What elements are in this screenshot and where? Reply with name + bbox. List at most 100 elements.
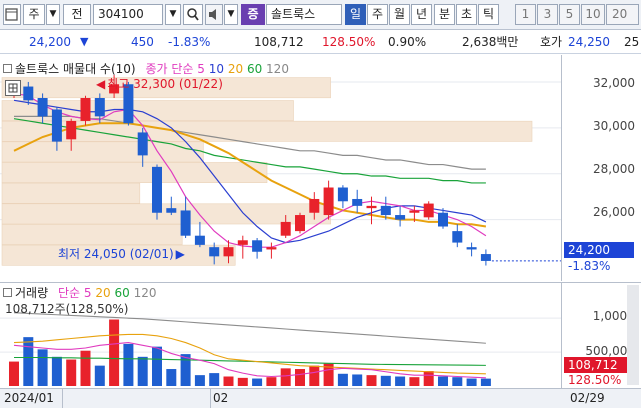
candle-body [295, 215, 305, 232]
prev-button[interactable]: 전 [63, 4, 91, 25]
candle-body [252, 240, 263, 252]
candle-body [395, 215, 406, 220]
volume-bar [337, 373, 348, 386]
prev-label: 전 [71, 7, 83, 21]
code-input[interactable]: 304100 [93, 4, 163, 25]
volume-bar [380, 375, 391, 386]
candle-body [366, 205, 377, 209]
candle-body [166, 208, 177, 213]
quote-bar: 24,200 ▼ 450 -1.83% 108,712 128.50% 0.90… [0, 31, 641, 54]
volume-bar [280, 368, 291, 386]
high-marker: ◀ 최고 32,300 (01/22) [96, 75, 223, 92]
market-label: 주 [28, 7, 40, 21]
scrollbar[interactable] [627, 285, 639, 385]
legend-ma20: 20 [227, 62, 244, 76]
candle-body [466, 247, 477, 250]
volume-bar [209, 373, 220, 386]
volume-legend: 거래량 단순 5 20 60 120 [3, 284, 156, 301]
low-arrow-icon: ▶ [175, 247, 185, 261]
period-tab-tick[interactable]: 틱 [478, 4, 499, 25]
interval-button-3[interactable]: 3 [537, 4, 558, 25]
candle-body [194, 235, 205, 245]
period-tab-year[interactable]: 년 [411, 4, 432, 25]
market-select[interactable]: 주 [23, 4, 45, 25]
candle-body [180, 210, 191, 236]
candle-body [452, 231, 463, 243]
interval-label: 3 [543, 7, 552, 21]
volume-bar [23, 337, 34, 386]
volume-chart-panel[interactable]: 거래량 단순 5 20 60 120 108,712주(128,50%) [0, 282, 561, 388]
name-badge-label: 증 [247, 7, 259, 21]
date-axis: 2024/01 02 02/29 [0, 388, 641, 408]
low-label: 최저 24,050 (02/01) [58, 247, 174, 261]
candle-body [209, 247, 220, 257]
date-label-end: 02/29 [570, 391, 605, 405]
interval-button-5[interactable]: 5 [559, 4, 580, 25]
candle-body [480, 254, 491, 261]
period-label: 주 [371, 7, 384, 21]
candle-body [237, 240, 248, 245]
candle-body [80, 98, 91, 121]
legend-ma60: 60 [246, 62, 263, 76]
volume-bar [9, 361, 19, 386]
legend-ma120: 120 [266, 62, 289, 76]
period-tab-day[interactable]: 일 [345, 4, 366, 25]
period-label: 분 [438, 7, 451, 21]
legend-vol-ma-label: 단순 [57, 286, 81, 300]
price-tick: 32,000 [593, 76, 635, 90]
current-price: 24,200 [29, 35, 71, 49]
legend-vol-ma20: 20 [95, 286, 111, 300]
market-dropdown-icon[interactable]: ▼ [46, 4, 60, 25]
current-price-tag: 24,200 [564, 242, 634, 258]
code-dropdown-icon[interactable]: ▼ [165, 4, 181, 25]
volume-bar [66, 359, 77, 386]
volume-bar [80, 350, 91, 386]
period-tab-second[interactable]: 초 [456, 4, 477, 25]
high-label: 최고 32,300 (01/22) [107, 77, 223, 91]
window-icon[interactable] [3, 4, 21, 25]
period-label: 일 [349, 7, 362, 21]
volume-bar [180, 354, 191, 386]
candle-body [352, 198, 363, 206]
volume-bar [94, 365, 105, 386]
interval-button-10[interactable]: 10 [581, 4, 605, 25]
change-percent-tag: -1.83% [568, 259, 611, 273]
volume-profile-bar [1, 182, 141, 204]
search-icon[interactable] [183, 4, 203, 25]
volume-bar [452, 377, 463, 386]
legend-profile-label: 매물대 수(10) [63, 62, 136, 76]
legend-vol-ma5: 5 [83, 286, 92, 300]
candle-body [223, 247, 234, 257]
volume-bar [109, 319, 120, 386]
ask-price: 24,250 [568, 35, 610, 49]
interval-button-20[interactable]: 20 [606, 4, 639, 25]
stock-name-field[interactable]: 솔트룩스 [266, 4, 342, 25]
volume-bar [152, 346, 162, 386]
volume-ma120-line [13, 312, 486, 344]
period-tab-month[interactable]: 월 [389, 4, 410, 25]
candle-body [266, 247, 277, 250]
speaker-icon[interactable] [205, 4, 223, 25]
price-chart-panel[interactable]: 솔트룩스 매물대 수(10) 종가 단순 5 10 20 60 120 ◀ 최고 … [0, 55, 561, 281]
volume-value: 108,712 [254, 35, 304, 49]
speaker-dropdown-icon[interactable]: ▼ [224, 4, 238, 25]
interval-button-1[interactable]: 1 [515, 4, 536, 25]
ask-label: 호가 [540, 35, 563, 49]
legend-ma10: 10 [208, 62, 224, 76]
period-tab-minute[interactable]: 분 [434, 4, 455, 25]
turnover-percent: 0.90% [388, 35, 427, 49]
date-divider [62, 389, 63, 408]
name-badge: 증 [241, 4, 265, 25]
volume-bar [423, 371, 434, 386]
legend-box-icon [3, 288, 12, 297]
grid-toggle-icon[interactable] [5, 80, 21, 96]
period-tab-week[interactable]: 주 [367, 4, 388, 25]
interval-label: 20 [612, 7, 628, 21]
period-label: 월 [393, 7, 406, 21]
volume-bar [237, 377, 248, 386]
volume-bar [466, 378, 477, 386]
next-ask: 25 [624, 35, 640, 49]
volume-profile-bar [1, 203, 331, 225]
date-label-start: 2024/01 [4, 391, 54, 405]
volume-bar [123, 343, 134, 386]
